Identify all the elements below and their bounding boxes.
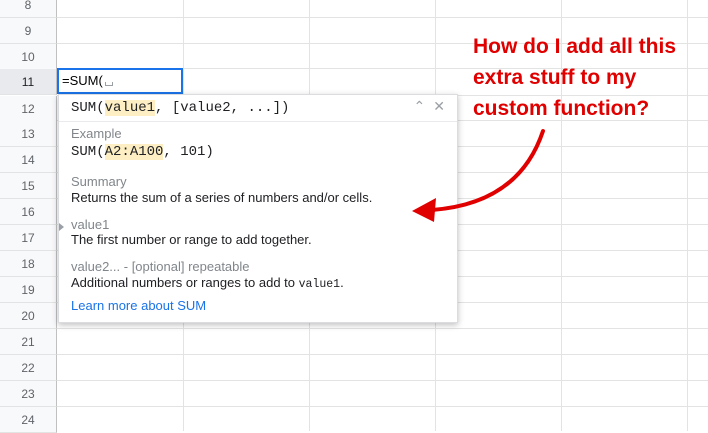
row-number: 10 bbox=[21, 49, 35, 64]
row-header[interactable]: 21 bbox=[0, 329, 57, 355]
row-number: 15 bbox=[21, 178, 35, 193]
function-signature: SUM(value1, [value2, ...]) bbox=[71, 100, 289, 116]
param2-description: Additional numbers or ranges to add to v… bbox=[71, 275, 344, 291]
row-number: 24 bbox=[21, 412, 35, 427]
annotation-line: custom function? bbox=[473, 97, 650, 120]
row-number: 11 bbox=[21, 74, 35, 89]
param2-desc-text: Additional numbers or ranges to add to bbox=[71, 275, 299, 290]
learn-more-link[interactable]: Learn more about SUM bbox=[71, 298, 206, 313]
summary-label: Summary bbox=[71, 174, 127, 189]
popup-divider bbox=[59, 121, 457, 122]
row-header[interactable]: 12 bbox=[0, 96, 57, 122]
row-divider bbox=[57, 17, 708, 18]
example-formula: SUM(A2:A100, 101) bbox=[71, 144, 214, 160]
annotation-line: extra stuff to my bbox=[473, 66, 637, 89]
row-number: 12 bbox=[21, 101, 35, 116]
row-number: 14 bbox=[21, 152, 35, 167]
example-rest: , 101) bbox=[163, 144, 214, 160]
text-cursor-icon bbox=[104, 82, 113, 86]
row-number: 21 bbox=[21, 334, 35, 349]
row-header[interactable]: 20 bbox=[0, 303, 57, 329]
row-number: 13 bbox=[21, 126, 35, 141]
row-divider bbox=[57, 354, 708, 355]
param2-desc-suffix: . bbox=[340, 275, 344, 290]
row-divider bbox=[57, 380, 708, 381]
row-header[interactable]: 17 bbox=[0, 225, 57, 251]
param1-name: value1 bbox=[71, 217, 110, 232]
example-prefix: SUM( bbox=[71, 144, 105, 160]
row-number: 20 bbox=[21, 308, 35, 323]
close-icon[interactable]: ✕ bbox=[433, 98, 445, 114]
row-header[interactable]: 19 bbox=[0, 277, 57, 303]
row-number: 23 bbox=[21, 386, 35, 401]
row-header-active[interactable]: 11 bbox=[0, 69, 57, 95]
row-header[interactable]: 14 bbox=[0, 147, 57, 173]
cell-formula-text[interactable]: =SUM( bbox=[62, 73, 103, 88]
row-divider bbox=[57, 406, 708, 407]
popup-controls: ⌃ ✕ bbox=[406, 98, 445, 115]
signature-rest: , [value2, ...]) bbox=[155, 100, 290, 116]
example-range: A2:A100 bbox=[104, 144, 164, 160]
row-divider bbox=[57, 328, 708, 329]
row-number: 9 bbox=[24, 23, 32, 38]
param2-name: value2... - [optional] repeatable bbox=[71, 259, 250, 274]
function-help-popup: SUM(value1, [value2, ...]) ⌃ ✕ Example SU… bbox=[58, 94, 458, 323]
row-header[interactable]: 18 bbox=[0, 251, 57, 277]
row-number: 18 bbox=[21, 256, 35, 271]
example-label: Example bbox=[71, 126, 122, 141]
row-header[interactable]: 22 bbox=[0, 355, 57, 381]
current-param-indicator-icon bbox=[59, 223, 64, 231]
row-header[interactable]: 23 bbox=[0, 381, 57, 407]
row-header[interactable]: 13 bbox=[0, 121, 57, 147]
signature-current-param: value1 bbox=[104, 100, 156, 116]
row-header[interactable]: 15 bbox=[0, 173, 57, 199]
annotation-callout: How do I add all this extra stuff to my … bbox=[473, 31, 708, 124]
row-header[interactable]: 24 bbox=[0, 407, 57, 433]
row-header[interactable]: 9 bbox=[0, 18, 57, 44]
row-number: 17 bbox=[21, 230, 35, 245]
row-number: 19 bbox=[21, 282, 35, 297]
active-cell-editor[interactable]: =SUM( bbox=[57, 68, 183, 94]
chevron-up-icon[interactable]: ⌃ bbox=[414, 98, 426, 114]
param1-description: The first number or range to add togethe… bbox=[71, 232, 312, 247]
row-header[interactable]: 8 bbox=[0, 0, 57, 18]
row-header[interactable]: 16 bbox=[0, 199, 57, 225]
row-number: 8 bbox=[24, 0, 32, 12]
signature-name: SUM( bbox=[71, 100, 105, 116]
summary-text: Returns the sum of a series of numbers a… bbox=[71, 190, 373, 205]
row-number: 22 bbox=[21, 360, 35, 375]
row-header[interactable]: 10 bbox=[0, 44, 57, 70]
param2-desc-code: value1 bbox=[298, 278, 341, 291]
annotation-line: How do I add all this bbox=[473, 35, 677, 58]
row-number: 16 bbox=[21, 204, 35, 219]
